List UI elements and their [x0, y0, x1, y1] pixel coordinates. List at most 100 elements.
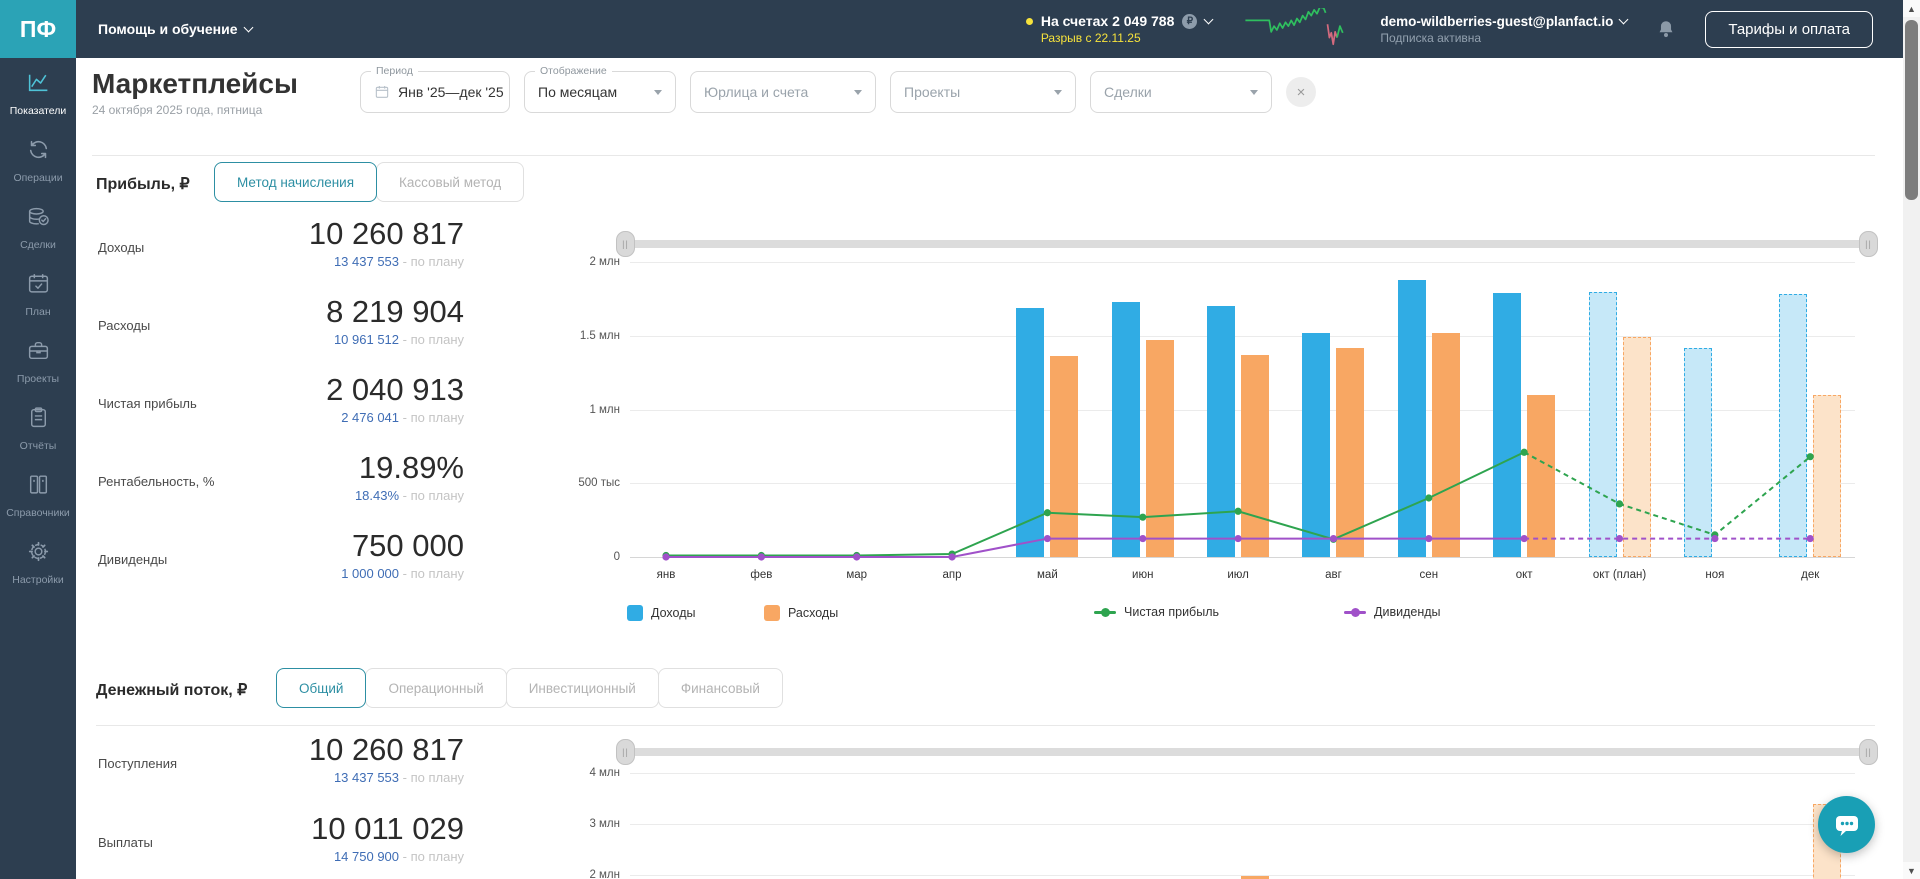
tariff-payment-button[interactable]: Тарифы и оплата: [1705, 11, 1873, 48]
clear-filters-button[interactable]: ×: [1286, 77, 1316, 107]
filter-dropdown-1[interactable]: Юрлица и счета: [690, 71, 876, 113]
legend-item-4[interactable]: Дивиденды: [1344, 605, 1441, 619]
metric-label: Рентабельность, %: [98, 474, 214, 489]
sidebar-item-8[interactable]: Настройки: [0, 529, 76, 596]
sidebar-item-label: Проекты: [17, 373, 59, 385]
metric-plan-link[interactable]: 10 961 512: [334, 332, 399, 347]
chart-bar: [1589, 292, 1617, 558]
legend-marker-icon: [1094, 611, 1116, 614]
sidebar-item-1[interactable]: Показатели: [0, 60, 76, 127]
filter-dropdown-placeholder: Юрлица и счета: [704, 84, 808, 100]
display-filter[interactable]: Отображение По месяцам: [524, 71, 676, 113]
chevron-down-icon: [243, 22, 253, 32]
scrollbar-thumb[interactable]: [1905, 20, 1918, 200]
sidebar-item-3[interactable]: Сделки: [0, 194, 76, 261]
metric-plan-suffix: - по плану: [399, 254, 464, 269]
slider-track[interactable]: [626, 240, 1868, 248]
help-menu[interactable]: Помощь и обучение: [98, 21, 252, 37]
metric-plan: 1 000 000 - по плану: [341, 566, 464, 581]
metric-plan: 10 961 512 - по плану: [334, 332, 464, 347]
sidebar-item-7[interactable]: Справочники: [0, 462, 76, 529]
x-axis-label: фев: [729, 568, 793, 582]
chart-bar: [1050, 356, 1078, 557]
scroll-down-arrow[interactable]: ▼: [1903, 862, 1920, 879]
chart-bar: [1623, 337, 1651, 557]
briefcase-icon: [26, 338, 51, 368]
metric-plan-link[interactable]: 18.43%: [355, 488, 399, 503]
legend-item-1[interactable]: Доходы: [627, 605, 695, 621]
slider-handle-left[interactable]: ||: [616, 231, 635, 257]
metric-plan-suffix: - по плану: [399, 849, 464, 864]
profit-section-title: Прибыль, ₽: [96, 174, 190, 194]
display-filter-value: По месяцам: [538, 84, 617, 100]
filter-dropdown-2[interactable]: Проекты: [890, 71, 1076, 113]
legend-marker-icon: [627, 605, 643, 621]
metric-value: 19.89%: [359, 450, 464, 486]
vertical-scrollbar[interactable]: ▲ ▼: [1903, 0, 1920, 879]
metric-plan: 13 437 553 - по плану: [334, 770, 464, 785]
metric-plan-link[interactable]: 13 437 553: [334, 254, 399, 269]
period-filter[interactable]: Период Янв '25—дек '25: [360, 71, 510, 113]
tab-общий[interactable]: Общий: [276, 668, 366, 708]
chart-line-icon: [26, 70, 51, 100]
chart-range-slider[interactable]: || ||: [616, 231, 1878, 257]
metric-row: Поступления10 260 81713 437 553 - по пла…: [92, 732, 464, 804]
books-icon: [26, 472, 51, 502]
sidebar-item-5[interactable]: Проекты: [0, 328, 76, 395]
ruble-icon: ₽: [1182, 14, 1197, 29]
metric-row: Выплаты10 011 02914 750 900 - по плану: [92, 811, 464, 879]
chart-bar: [1432, 333, 1460, 557]
calendar-check-icon: [26, 271, 51, 301]
tab-операционный[interactable]: Операционный: [365, 668, 506, 708]
chart-bar: [1493, 293, 1521, 557]
tab-метод-начисления[interactable]: Метод начисления: [214, 162, 377, 202]
metric-value: 2 040 913: [326, 372, 464, 408]
sidebar-item-2[interactable]: Операции: [0, 127, 76, 194]
user-account[interactable]: demo-wildberries-guest@planfact.io Подпи…: [1380, 14, 1627, 45]
chart-gridline: [630, 773, 1855, 774]
metric-value: 10 011 029: [311, 811, 464, 847]
metric-plan: 14 750 900 - по плану: [334, 849, 464, 864]
y-axis-label: 2 млн: [564, 256, 620, 268]
sidebar-item-6[interactable]: Отчёты: [0, 395, 76, 462]
tab-кассовый-метод[interactable]: Кассовый метод: [376, 162, 524, 202]
chart-range-slider[interactable]: || ||: [616, 739, 1878, 765]
help-menu-label: Помощь и обучение: [98, 21, 238, 37]
metric-plan-link[interactable]: 13 437 553: [334, 770, 399, 785]
app-window: ПФ Помощь и обучение На счетах 2 049 788…: [0, 0, 1920, 879]
metric-plan-suffix: - по плану: [399, 488, 464, 503]
y-axis-label: 500 тыс: [564, 477, 620, 489]
accounts-summary[interactable]: На счетах 2 049 788 ₽ Разрыв с 22.11.25: [1026, 13, 1213, 45]
legend-item-3[interactable]: Чистая прибыль: [1094, 605, 1219, 619]
balance-sparkline: [1240, 8, 1352, 50]
caret-down-icon: [1054, 90, 1062, 95]
period-filter-label: Период: [371, 65, 418, 77]
chart-gridline: [630, 824, 1855, 825]
chart-gridline: [630, 262, 1855, 263]
metric-value: 8 219 904: [326, 294, 464, 330]
chart-gridline: [630, 336, 1855, 337]
display-filter-label: Отображение: [535, 65, 612, 77]
legend-item-2[interactable]: Расходы: [764, 605, 838, 621]
chat-widget-button[interactable]: [1818, 796, 1875, 853]
metric-plan: 18.43% - по плану: [355, 488, 464, 503]
slider-handle-left[interactable]: ||: [616, 739, 635, 765]
metric-value: 10 260 817: [309, 732, 464, 768]
metric-plan-link[interactable]: 1 000 000: [341, 566, 399, 581]
gear-icon: [26, 539, 51, 569]
x-axis-label: мар: [825, 568, 889, 582]
filter-dropdown-3[interactable]: Сделки: [1090, 71, 1272, 113]
metric-plan-link[interactable]: 2 476 041: [341, 410, 399, 425]
slider-handle-right[interactable]: ||: [1859, 739, 1878, 765]
sidebar-item-label: Сделки: [20, 239, 56, 251]
slider-track[interactable]: [626, 748, 1868, 756]
metric-plan-link[interactable]: 14 750 900: [334, 849, 399, 864]
slider-handle-right[interactable]: ||: [1859, 231, 1878, 257]
metric-row: Чистая прибыль2 040 9132 476 041 - по пл…: [92, 372, 464, 444]
planfact-logo[interactable]: ПФ: [0, 0, 76, 58]
sidebar-item-4[interactable]: План: [0, 261, 76, 328]
calendar-icon: [374, 84, 390, 100]
scroll-up-arrow[interactable]: ▲: [1903, 0, 1920, 17]
chart-bar: [1146, 340, 1174, 557]
bell-icon[interactable]: [1655, 18, 1677, 40]
